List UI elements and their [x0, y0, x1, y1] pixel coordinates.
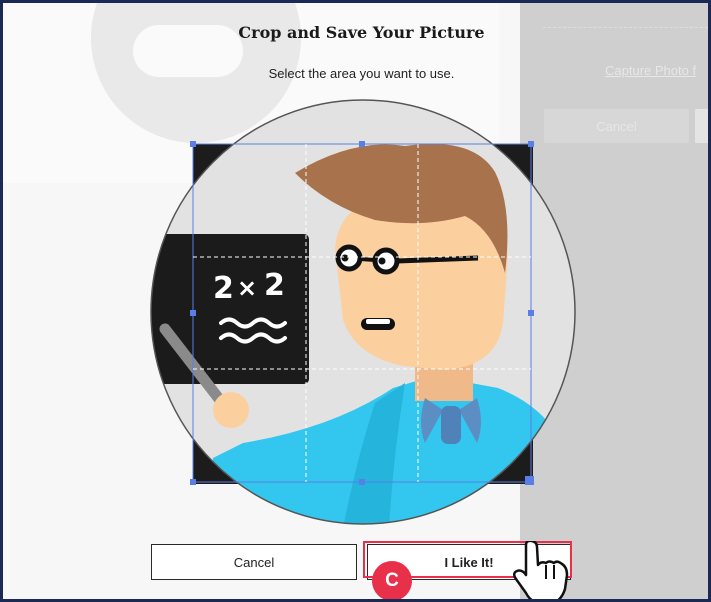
- crop-canvas[interactable]: 2 × 2: [143, 98, 583, 528]
- teeth: [366, 319, 390, 324]
- background-divider: [543, 27, 708, 28]
- crop-handle-middle-left[interactable]: [190, 310, 196, 316]
- crop-handle-bottom-middle[interactable]: [359, 479, 365, 485]
- bow-tie-knot: [441, 406, 461, 444]
- glasses-arm: [396, 255, 479, 264]
- cancel-button[interactable]: Cancel: [151, 544, 357, 580]
- chalkboard-digit-left: 2: [213, 271, 234, 306]
- glasses-lens-left: [335, 244, 363, 272]
- dialog-subtitle: Select the area you want to use.: [268, 66, 455, 81]
- crop-handle-top-left[interactable]: [190, 141, 196, 147]
- pupil-left: [341, 254, 349, 262]
- crop-handle-middle-right[interactable]: [528, 310, 534, 316]
- callout-badge: C: [372, 561, 412, 599]
- hand: [213, 392, 249, 428]
- chalkboard-operator: ×: [237, 274, 257, 302]
- chalkboard-digit-right: 2: [264, 268, 285, 303]
- crop-handle-bottom-right[interactable]: [525, 476, 534, 485]
- pointer-hand-cursor-icon: [513, 541, 569, 599]
- screenshot-frame: Capture Photo f Cancel Crop and Save You…: [0, 0, 711, 602]
- crop-handle-top-right[interactable]: [528, 141, 534, 147]
- crop-handle-bottom-left[interactable]: [190, 479, 196, 485]
- pupil-right: [378, 257, 386, 265]
- dialog-title: Crop and Save Your Picture: [238, 23, 485, 42]
- glasses-bridge: [359, 257, 376, 262]
- glasses-lens-right: [372, 247, 400, 275]
- background-button-edge: [695, 109, 708, 143]
- background-capture-photo-link: Capture Photo f: [605, 63, 697, 78]
- crop-handle-top-middle[interactable]: [359, 141, 365, 147]
